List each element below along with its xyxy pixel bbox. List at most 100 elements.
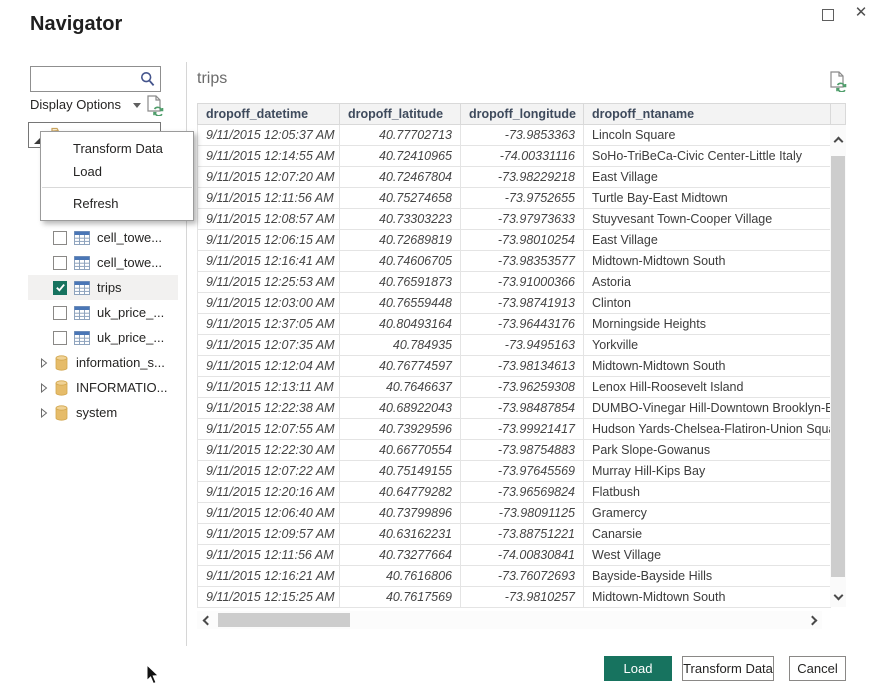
mouse-cursor: [146, 664, 160, 690]
expander-collapsed-icon[interactable]: [39, 358, 49, 368]
checkbox-unchecked[interactable]: [53, 331, 67, 345]
scroll-up-icon[interactable]: [830, 131, 846, 151]
table-row: 9/11/2015 12:07:35 AM40.784935-73.949516…: [198, 335, 831, 356]
cell-dropoff_longitude: -73.98229218: [461, 167, 584, 188]
vertical-scroll-thumb[interactable]: [831, 156, 845, 577]
table-row: 9/11/2015 12:11:56 AM40.75274658-73.9752…: [198, 188, 831, 209]
table-row: 9/11/2015 12:05:37 AM40.77702713-73.9853…: [198, 125, 831, 146]
cell-dropoff_latitude: 40.80493164: [340, 314, 461, 335]
vertical-scrollbar[interactable]: [830, 125, 846, 607]
search-icon[interactable]: [140, 71, 155, 92]
cell-dropoff_longitude: -73.98091125: [461, 503, 584, 524]
menu-separator: [42, 187, 192, 188]
cell-dropoff_ntaname: Murray Hill-Kips Bay: [584, 461, 831, 482]
tree-item-label: cell_towe...: [97, 230, 162, 245]
tree-item-label: INFORMATIO...: [76, 380, 167, 395]
column-header-dropoff_latitude: dropoff_latitude: [340, 104, 461, 125]
column-header-dropoff_datetime: dropoff_datetime: [198, 104, 340, 125]
checkbox-checked[interactable]: [53, 281, 67, 295]
cell-dropoff_latitude: 40.75149155: [340, 461, 461, 482]
cell-dropoff_longitude: -73.98754883: [461, 440, 584, 461]
refresh-preview-icon[interactable]: [146, 95, 164, 121]
cell-dropoff_longitude: -73.98741913: [461, 293, 584, 314]
search-input[interactable]: [35, 68, 135, 90]
menu-item-refresh[interactable]: Refresh: [41, 192, 193, 215]
cell-dropoff_ntaname: Clinton: [584, 293, 831, 314]
cell-dropoff_latitude: 40.72410965: [340, 146, 461, 167]
tree-item-trips[interactable]: trips: [28, 275, 178, 300]
tree-item-uk-price[interactable]: uk_price_...: [28, 325, 178, 350]
cell-dropoff_ntaname: East Village: [584, 167, 831, 188]
table-row: 9/11/2015 12:07:22 AM40.75149155-73.9764…: [198, 461, 831, 482]
cell-dropoff_latitude: 40.73277664: [340, 545, 461, 566]
cell-dropoff_datetime: 9/11/2015 12:07:55 AM: [198, 419, 340, 440]
cell-dropoff_latitude: 40.74606705: [340, 251, 461, 272]
horizontal-scrollbar[interactable]: [197, 611, 822, 629]
refresh-table-icon[interactable]: [829, 71, 847, 97]
cell-dropoff_longitude: -73.99921417: [461, 419, 584, 440]
cell-dropoff_datetime: 9/11/2015 12:03:00 AM: [198, 293, 340, 314]
cell-dropoff_latitude: 40.784935: [340, 335, 461, 356]
table-row: 9/11/2015 12:20:16 AM40.64779282-73.9656…: [198, 482, 831, 503]
cell-dropoff_longitude: -73.98353577: [461, 251, 584, 272]
scroll-left-icon[interactable]: [197, 611, 217, 629]
dialog-title: Navigator: [30, 13, 122, 36]
tree-item-cell-towe[interactable]: cell_towe...: [28, 225, 178, 250]
checkbox-unchecked[interactable]: [53, 256, 67, 270]
chevron-down-icon: [133, 103, 141, 108]
tree-item-label: system: [76, 405, 117, 420]
expander-collapsed-icon[interactable]: [39, 408, 49, 418]
cell-dropoff_ntaname: Turtle Bay-East Midtown: [584, 188, 831, 209]
table-icon: [74, 231, 90, 245]
cell-dropoff_longitude: -73.97645569: [461, 461, 584, 482]
table-row: 9/11/2015 12:25:53 AM40.76591873-73.9100…: [198, 272, 831, 293]
database-icon: [55, 405, 68, 421]
cell-dropoff_ntaname: Gramercy: [584, 503, 831, 524]
maximize-icon[interactable]: [822, 9, 834, 21]
cell-dropoff_longitude: -73.98134613: [461, 356, 584, 377]
checkbox-unchecked[interactable]: [53, 231, 67, 245]
cancel-button[interactable]: Cancel: [789, 656, 846, 681]
cell-dropoff_datetime: 9/11/2015 12:06:40 AM: [198, 503, 340, 524]
cell-dropoff_latitude: 40.76774597: [340, 356, 461, 377]
cell-dropoff_datetime: 9/11/2015 12:07:20 AM: [198, 167, 340, 188]
cell-dropoff_longitude: -73.96443176: [461, 314, 584, 335]
transform-data-button[interactable]: Transform Data: [682, 656, 774, 681]
expander-collapsed-icon[interactable]: [39, 383, 49, 393]
checkbox-unchecked[interactable]: [53, 306, 67, 320]
cell-dropoff_datetime: 9/11/2015 12:11:56 AM: [198, 188, 340, 209]
cell-dropoff_longitude: -73.97973633: [461, 209, 584, 230]
display-options-dropdown[interactable]: Display Options: [30, 97, 141, 112]
cell-dropoff_datetime: 9/11/2015 12:05:37 AM: [198, 125, 340, 146]
close-icon[interactable]: ✕: [852, 4, 870, 22]
table-icon: [74, 306, 90, 320]
menu-item-transform-data[interactable]: Transform Data: [41, 137, 193, 160]
cell-dropoff_latitude: 40.7616806: [340, 566, 461, 587]
cell-dropoff_ntaname: Stuyvesant Town-Cooper Village: [584, 209, 831, 230]
cell-dropoff_ntaname: Midtown-Midtown South: [584, 251, 831, 272]
load-button[interactable]: Load: [604, 656, 672, 681]
tree-item-system[interactable]: system: [28, 400, 178, 425]
table-row: 9/11/2015 12:03:00 AM40.76559448-73.9874…: [198, 293, 831, 314]
cell-dropoff_datetime: 9/11/2015 12:37:05 AM: [198, 314, 340, 335]
database-icon: [55, 380, 68, 396]
tree-item-information-s[interactable]: information_s...: [28, 350, 178, 375]
cell-dropoff_ntaname: Morningside Heights: [584, 314, 831, 335]
tree-item-cell-towe[interactable]: cell_towe...: [28, 250, 178, 275]
cell-dropoff_latitude: 40.76559448: [340, 293, 461, 314]
cell-dropoff_ntaname: Park Slope-Gowanus: [584, 440, 831, 461]
menu-item-load[interactable]: Load: [41, 160, 193, 183]
horizontal-scroll-thumb[interactable]: [218, 613, 350, 627]
tree-item-uk-price[interactable]: uk_price_...: [28, 300, 178, 325]
tree-item-informatio[interactable]: INFORMATIO...: [28, 375, 178, 400]
scroll-right-icon[interactable]: [802, 611, 822, 629]
scroll-down-icon[interactable]: [830, 585, 846, 605]
cell-dropoff_ntaname: DUMBO-Vinegar Hill-Downtown Brooklyn-Boe…: [584, 398, 831, 419]
table-row: 9/11/2015 12:37:05 AM40.80493164-73.9644…: [198, 314, 831, 335]
table-row: 9/11/2015 12:06:40 AM40.73799896-73.9809…: [198, 503, 831, 524]
cell-dropoff_longitude: -73.9495163: [461, 335, 584, 356]
cell-dropoff_datetime: 9/11/2015 12:22:30 AM: [198, 440, 340, 461]
cell-dropoff_latitude: 40.66770554: [340, 440, 461, 461]
cell-dropoff_datetime: 9/11/2015 12:07:35 AM: [198, 335, 340, 356]
cell-dropoff_latitude: 40.7646637: [340, 377, 461, 398]
